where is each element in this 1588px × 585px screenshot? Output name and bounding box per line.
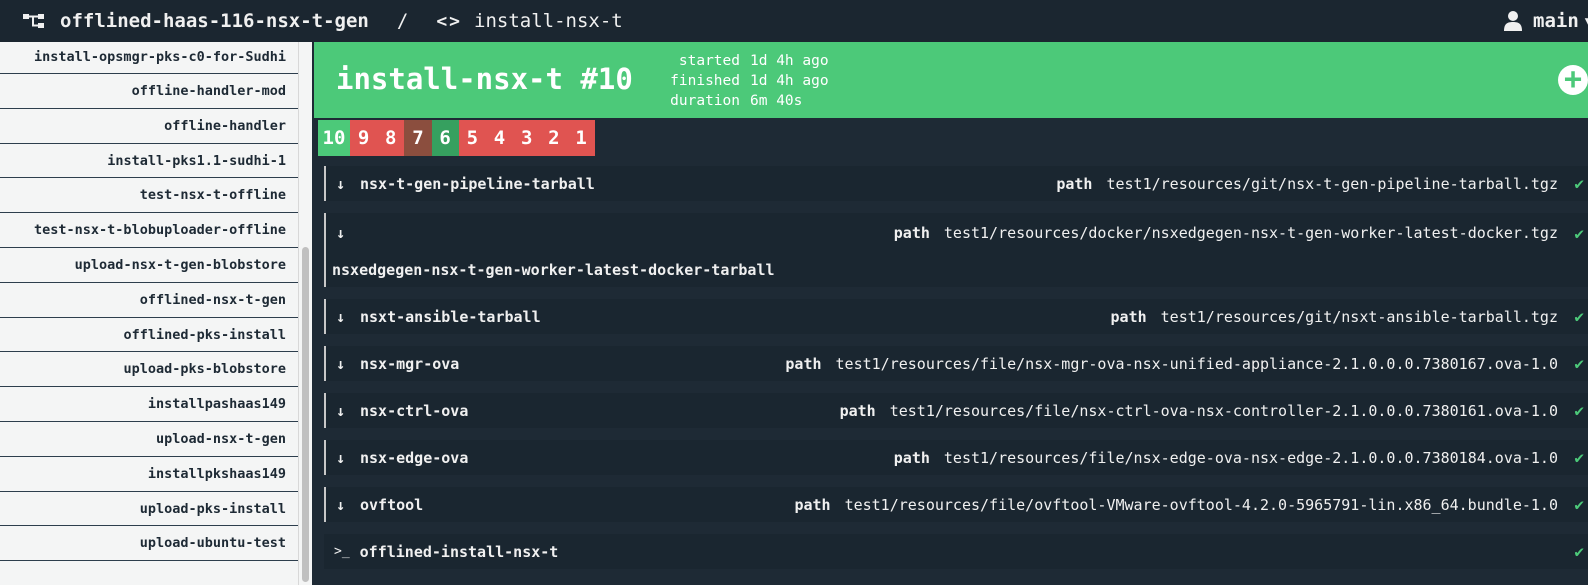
check-icon: ✔ xyxy=(1574,174,1584,193)
sidebar-item[interactable]: offlined-pks-install xyxy=(0,318,298,353)
sidebar-item[interactable]: upload-pks-blobstore xyxy=(0,352,298,388)
finished-label: finished xyxy=(670,73,740,89)
breadcrumb-pipeline[interactable]: offlined-haas-116-nsx-t-gen xyxy=(60,10,369,32)
check-icon: ✔ xyxy=(1574,223,1584,243)
build-header: install-nsx-t #10 started 1d 4h ago finis… xyxy=(314,42,1588,118)
terminal-icon: >_ xyxy=(334,544,350,559)
resource-name: nsx-ctrl-ova xyxy=(360,401,469,420)
path-label: path xyxy=(893,448,930,467)
check-icon: ✔ xyxy=(1574,401,1584,420)
get-step[interactable]: ↓ nsx-edge-ova path test1/resources/file/… xyxy=(324,440,1588,475)
main-content: install-nsx-t #10 started 1d 4h ago finis… xyxy=(312,42,1588,585)
resource-name: nsx-mgr-ova xyxy=(360,354,460,373)
build-times: started 1d 4h ago finished 1d 4h ago durat… xyxy=(670,51,829,111)
build-tab-6[interactable]: 6 xyxy=(431,120,459,156)
build-tab-2[interactable]: 2 xyxy=(540,120,568,156)
build-title: install-nsx-t #10 xyxy=(336,62,633,96)
sidebar-item[interactable]: upload-nsx-t-gen xyxy=(0,422,298,457)
sidebar-item[interactable]: installpkshaas149 xyxy=(0,457,298,492)
build-tab-9[interactable]: 9 xyxy=(350,120,378,156)
user-menu[interactable]: main ▼ xyxy=(1503,0,1588,42)
path-label: path xyxy=(1110,307,1147,326)
breadcrumb-job[interactable]: install-nsx-t xyxy=(474,10,623,32)
scrollbar-thumb[interactable] xyxy=(302,247,309,582)
arrow-down-icon: ↓ xyxy=(336,174,346,193)
path-label: path xyxy=(785,354,822,373)
top-bar: offlined-haas-116-nsx-t-gen / <> install… xyxy=(0,0,1588,42)
sidebar-item[interactable]: upload-nsx-t-gen-blobstore xyxy=(0,248,298,283)
sidebar-item[interactable]: install-pks1.1-sudhi-1 xyxy=(0,144,298,179)
get-step[interactable]: ↓ ovftool path test1/resources/file/ovfto… xyxy=(324,487,1588,522)
started-value: 1d 4h ago xyxy=(750,53,829,69)
sidebar-item[interactable]: test-nsx-t-offline xyxy=(0,178,298,214)
user-name: main xyxy=(1533,10,1579,32)
resource-name: nsx-edge-ova xyxy=(360,448,469,467)
build-tabs: 10 9 8 7 6 5 4 3 2 1 xyxy=(318,120,595,156)
duration-label: duration xyxy=(670,93,740,109)
sidebar-item[interactable]: offline-handler xyxy=(0,109,298,144)
finished-value: 1d 4h ago xyxy=(750,73,829,89)
get-step[interactable]: ↓ nsx-t-gen-pipeline-tarball path test1/r… xyxy=(324,166,1588,201)
trigger-build-button[interactable]: + xyxy=(1558,65,1588,95)
sidebar: install-opsmgr-pks-c0-for-Sudhi offline-… xyxy=(0,42,298,585)
resource-path: test1/resources/file/nsx-mgr-ova-nsx-uni… xyxy=(835,354,1558,373)
duration-value: 6m 40s xyxy=(750,93,803,109)
task-name: offlined-install-nsx-t xyxy=(359,542,559,561)
resource-path: test1/resources/file/nsx-edge-ova-nsx-ed… xyxy=(943,448,1558,467)
path-label: path xyxy=(893,224,930,242)
check-icon: ✔ xyxy=(1574,307,1584,326)
get-step[interactable]: ↓ nsx-mgr-ova path test1/resources/file/n… xyxy=(324,346,1588,381)
task-step[interactable]: >_ offlined-install-nsx-t ✔ xyxy=(324,534,1588,569)
resource-name: nsxedgegen-nsx-t-gen-worker-latest-docke… xyxy=(332,261,775,279)
build-tab-5[interactable]: 5 xyxy=(458,120,486,156)
resource-name: nsx-t-gen-pipeline-tarball xyxy=(360,174,595,193)
build-tab-10[interactable]: 10 xyxy=(318,120,350,156)
resource-name: ovftool xyxy=(360,495,424,514)
breadcrumb-separator: / xyxy=(396,10,409,32)
arrow-down-icon: ↓ xyxy=(336,495,346,514)
path-label: path xyxy=(839,401,876,420)
user-icon xyxy=(1504,11,1522,31)
build-tab-1[interactable]: 1 xyxy=(567,120,595,156)
arrow-down-icon: ↓ xyxy=(336,354,346,373)
resource-path: test1/resources/file/nsx-ctrl-ova-nsx-co… xyxy=(889,401,1558,420)
arrow-down-icon: ↓ xyxy=(336,448,346,467)
sidebar-item[interactable]: installpashaas149 xyxy=(0,387,298,422)
sidebar-item[interactable]: offline-handler-mod xyxy=(0,74,298,109)
build-tab-8[interactable]: 8 xyxy=(377,120,405,156)
sidebar-item[interactable]: offlined-nsx-t-gen xyxy=(0,283,298,318)
path-label: path xyxy=(1056,174,1093,193)
build-tab-4[interactable]: 4 xyxy=(485,120,514,156)
sidebar-item[interactable]: upload-pks-install xyxy=(0,492,298,527)
path-label: path xyxy=(794,495,831,514)
resource-path: test1/resources/git/nsx-t-gen-pipeline-t… xyxy=(1106,174,1558,193)
resource-path: test1/resources/git/nsxt-ansible-tarball… xyxy=(1160,307,1558,326)
sidebar-item[interactable]: test-nsx-t-blobuploader-offline xyxy=(0,213,298,248)
check-icon: ✔ xyxy=(1574,542,1584,561)
arrow-down-icon: ↓ xyxy=(336,307,346,326)
resource-path: test1/resources/docker/nsxedgegen-nsx-t-… xyxy=(943,224,1558,242)
sidebar-item[interactable]: install-opsmgr-pks-c0-for-Sudhi xyxy=(0,42,298,74)
resource-name: nsxt-ansible-tarball xyxy=(360,307,541,326)
sidebar-item[interactable]: upload-ubuntu-test xyxy=(0,526,298,562)
build-tab-7[interactable]: 7 xyxy=(404,120,432,156)
arrow-down-icon: ↓ xyxy=(336,401,346,420)
get-step[interactable]: ↓ path test1/resources/docker/nsxedgegen-… xyxy=(324,213,1588,287)
code-brackets-icon: <> xyxy=(436,10,462,32)
sidebar-scrollbar[interactable] xyxy=(298,42,312,585)
build-tab-3[interactable]: 3 xyxy=(513,120,541,156)
check-icon: ✔ xyxy=(1574,495,1584,514)
started-label: started xyxy=(678,53,740,69)
check-icon: ✔ xyxy=(1574,354,1584,373)
check-icon: ✔ xyxy=(1574,448,1584,467)
get-step[interactable]: ↓ nsxt-ansible-tarball path test1/resourc… xyxy=(324,299,1588,334)
get-step[interactable]: ↓ nsx-ctrl-ova path test1/resources/file/… xyxy=(324,393,1588,428)
build-steps: ↓ nsx-t-gen-pipeline-tarball path test1/r… xyxy=(324,166,1588,581)
arrow-down-icon: ↓ xyxy=(336,224,346,242)
resource-path: test1/resources/file/ovftool-VMware-ovft… xyxy=(844,495,1558,514)
pipeline-icon xyxy=(23,14,44,28)
